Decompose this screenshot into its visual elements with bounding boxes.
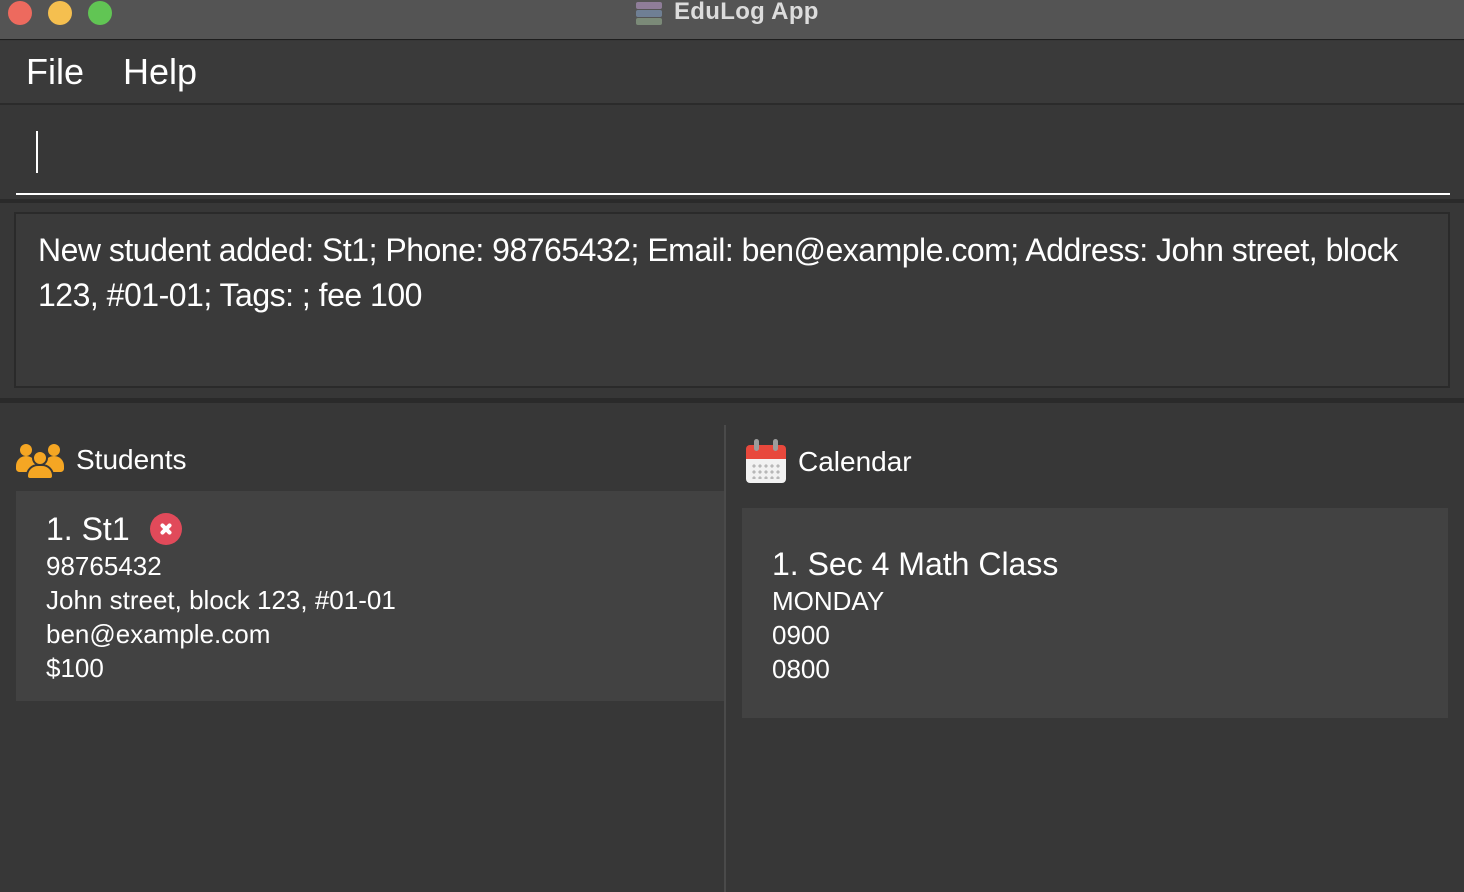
result-display: New student added: St1; Phone: 98765432;… xyxy=(14,212,1450,388)
event-name: 1. Sec 4 Math Class xyxy=(772,546,1059,582)
calendar-panel-header: Calendar xyxy=(746,438,912,486)
close-window-button[interactable] xyxy=(8,1,32,25)
people-group-icon xyxy=(16,440,64,480)
divider xyxy=(0,398,1464,403)
window-title: EduLog App xyxy=(674,0,819,25)
calendar-panel-title: Calendar xyxy=(798,446,912,477)
maximize-window-button[interactable] xyxy=(88,1,112,25)
text-caret xyxy=(36,131,38,173)
student-name: 1. St1 xyxy=(46,510,130,547)
event-day: MONDAY xyxy=(772,586,885,616)
window-title-bar: EduLog App xyxy=(0,0,1464,40)
books-stack-icon xyxy=(634,0,664,26)
panel-splitter[interactable] xyxy=(724,425,726,892)
menu-help[interactable]: Help xyxy=(123,51,197,93)
student-email: ben@example.com xyxy=(46,619,271,649)
calendar-icon xyxy=(746,439,786,485)
students-panel-header: Students xyxy=(16,438,187,482)
menu-bar: File Help xyxy=(0,41,1464,105)
student-address: John street, block 123, #01-01 xyxy=(46,585,396,615)
command-box-area xyxy=(0,107,1464,199)
command-input[interactable] xyxy=(16,123,1450,195)
minimize-window-button[interactable] xyxy=(48,1,72,25)
event-end-time: 0800 xyxy=(772,654,830,684)
calendar-list-item[interactable]: 1. Sec 4 Math Class MONDAY 0900 0800 xyxy=(742,508,1448,718)
student-fee: $100 xyxy=(46,653,104,683)
student-list-item[interactable]: 1. St1 98765432 John street, block 123, … xyxy=(16,491,724,701)
students-panel-title: Students xyxy=(76,444,187,475)
window-title-group: EduLog App xyxy=(634,0,819,28)
student-phone: 98765432 xyxy=(46,551,162,581)
event-start-time: 0900 xyxy=(772,620,830,650)
menu-file[interactable]: File xyxy=(26,51,84,93)
delete-x-icon[interactable] xyxy=(149,513,182,545)
divider xyxy=(0,199,1464,203)
result-message: New student added: St1; Phone: 98765432;… xyxy=(38,232,1398,313)
